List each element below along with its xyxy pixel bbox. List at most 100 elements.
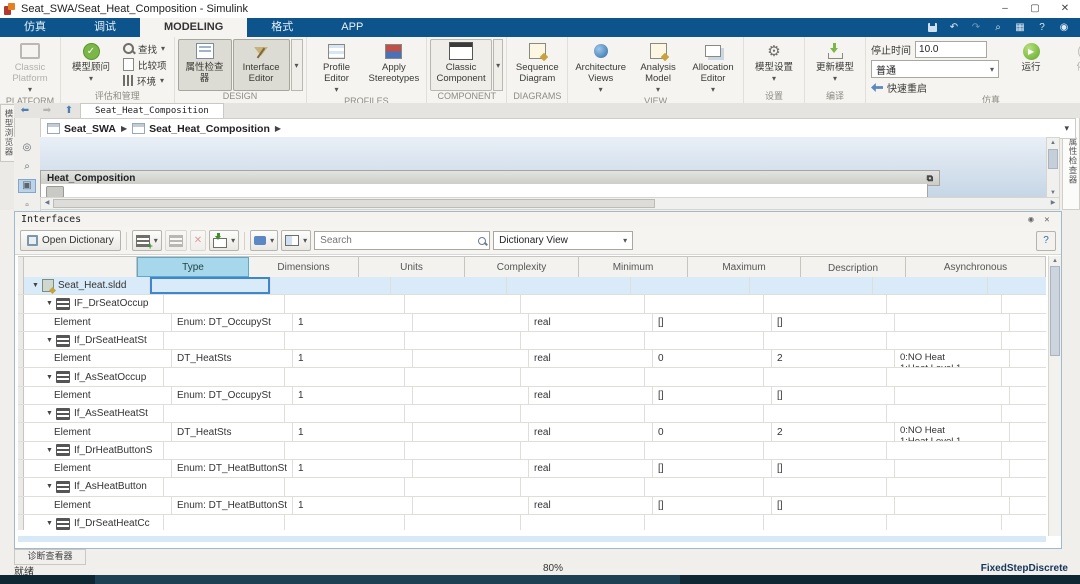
maximum-cell[interactable]: []	[772, 387, 895, 404]
dimensions-cell[interactable]	[285, 478, 405, 495]
minimum-cell[interactable]	[645, 442, 764, 459]
complexity-cell[interactable]	[521, 405, 645, 422]
dimensions-cell[interactable]: 1	[293, 314, 413, 331]
tab-debug[interactable]: 调试	[70, 18, 140, 37]
description-cell[interactable]	[887, 368, 1002, 385]
expand-icon[interactable]: ▼	[46, 447, 54, 454]
run-button[interactable]: ▶ 运行	[1004, 39, 1058, 95]
expand-icon[interactable]: ▼	[32, 282, 40, 289]
table-row[interactable]: ▼ Element Enum: DT_OccupySt 1 real [] []	[18, 314, 1046, 332]
dimensions-cell[interactable]: 1	[293, 350, 413, 367]
units-cell[interactable]	[413, 350, 529, 367]
find-button[interactable]: 查找▾	[119, 41, 171, 56]
scroll-right-icon[interactable]: ▶	[1047, 198, 1059, 209]
table-row[interactable]: ▼ If_AsSeatHeatSt	[18, 405, 1046, 423]
complexity-cell[interactable]	[521, 295, 645, 312]
hide-panel-icon[interactable]: ◎	[19, 141, 35, 154]
description-cell[interactable]	[887, 405, 1002, 422]
dimensions-cell[interactable]	[271, 277, 391, 294]
table-row[interactable]: ▼ If_AsSeatOccup	[18, 368, 1046, 386]
units-cell[interactable]	[413, 460, 529, 477]
canvas-horizontal-scrollbar[interactable]: ◀ ▶	[40, 197, 1060, 210]
model-browser-tab[interactable]: 模型浏览器	[0, 104, 15, 162]
minimum-cell[interactable]: []	[653, 460, 772, 477]
units-cell[interactable]	[413, 314, 529, 331]
table-row[interactable]: ▼ If_DrHeatButtonS	[18, 442, 1046, 460]
asynchronous-cell[interactable]	[1002, 332, 1046, 349]
fast-restart-button[interactable]: 快速重启	[871, 80, 999, 95]
minimum-cell[interactable]	[645, 405, 764, 422]
units-cell[interactable]	[413, 387, 529, 404]
table-row[interactable]: ▼ Element DT_HeatSts 1 real 0 2 0:NO Hea…	[18, 350, 1046, 368]
scroll-up-icon[interactable]: ▲	[1047, 138, 1059, 148]
close-button[interactable]: ✕	[1050, 0, 1080, 18]
asynchronous-cell[interactable]	[1010, 460, 1046, 477]
scroll-left-icon[interactable]: ◀	[41, 198, 53, 209]
dimensions-cell[interactable]	[285, 405, 405, 422]
filter-button[interactable]: ▾	[250, 230, 278, 251]
asynchronous-cell[interactable]	[1010, 423, 1046, 440]
stop-button[interactable]: ■ 停止	[1059, 39, 1080, 95]
help-button[interactable]: ?	[1036, 231, 1056, 251]
asynchronous-cell[interactable]	[988, 277, 1046, 294]
type-cell[interactable]: Enum: DT_HeatButtonSt	[172, 497, 293, 514]
column-header-asynchronous[interactable]: Asynchronous	[906, 257, 1046, 277]
dimensions-cell[interactable]: 1	[293, 460, 413, 477]
zoom-in-icon[interactable]: ⌕	[19, 160, 35, 173]
complexity-cell[interactable]: real	[529, 387, 653, 404]
column-header-maximum[interactable]: Maximum	[688, 257, 801, 277]
maximum-cell[interactable]: 2	[772, 423, 895, 440]
sub-block[interactable]	[46, 186, 64, 197]
table-row[interactable]: ▼ If_DrSeatHeatSt	[18, 332, 1046, 350]
asynchronous-cell[interactable]	[1010, 387, 1046, 404]
view-mode-dropdown[interactable]: Dictionary View ▾	[493, 231, 633, 250]
panel-menu-icon[interactable]: ◉	[1023, 215, 1039, 225]
table-row[interactable]: ▼ Element Enum: DT_HeatButtonSt 1 real […	[18, 460, 1046, 478]
complexity-cell[interactable]	[507, 277, 631, 294]
units-cell[interactable]	[405, 478, 521, 495]
column-header-minimum[interactable]: Minimum	[579, 257, 688, 277]
description-cell[interactable]	[887, 442, 1002, 459]
search-input[interactable]	[318, 234, 478, 247]
complexity-cell[interactable]	[521, 515, 645, 530]
minimum-cell[interactable]: []	[653, 387, 772, 404]
minimize-button[interactable]: –	[990, 0, 1020, 18]
type-cell[interactable]: Enum: DT_OccupySt	[172, 387, 293, 404]
maximum-cell[interactable]	[764, 368, 887, 385]
scroll-thumb[interactable]	[1048, 149, 1058, 169]
help-icon[interactable]: ?	[1034, 21, 1050, 35]
maximum-cell[interactable]: []	[772, 497, 895, 514]
minimum-cell[interactable]	[645, 515, 764, 530]
table-row[interactable]: ▼ Element Enum: DT_HeatButtonSt 1 real […	[18, 497, 1046, 515]
description-cell[interactable]	[895, 387, 1010, 404]
table-row[interactable]: ▼ If_DrSeatHeatCc	[18, 515, 1046, 530]
search-icon[interactable]: ⌕	[990, 21, 1006, 35]
type-cell[interactable]	[164, 332, 285, 349]
column-header-complexity[interactable]: Complexity	[465, 257, 579, 277]
units-cell[interactable]	[405, 295, 521, 312]
asynchronous-cell[interactable]	[1010, 314, 1046, 331]
dimensions-cell[interactable]	[285, 442, 405, 459]
type-cell[interactable]: Enum: DT_HeatButtonSt	[172, 460, 293, 477]
type-cell[interactable]	[164, 368, 285, 385]
tab-format[interactable]: 格式	[247, 18, 317, 37]
minimum-cell[interactable]: []	[653, 497, 772, 514]
units-cell[interactable]	[413, 423, 529, 440]
table-row[interactable]: ▼ Seat_Heat.sldd	[18, 277, 1046, 295]
simulation-mode-dropdown[interactable]: 普通▾	[871, 60, 999, 78]
breadcrumb-current[interactable]: Seat_Heat_Composition	[132, 123, 270, 135]
expand-icon[interactable]: ▼	[46, 520, 54, 527]
complexity-cell[interactable]: real	[529, 314, 653, 331]
complexity-cell[interactable]: real	[529, 460, 653, 477]
type-cell[interactable]: DT_HeatSts	[172, 350, 293, 367]
profile-editor-button[interactable]: Profile Editor▾	[310, 39, 364, 96]
update-model-button[interactable]: 更新模型▾	[808, 39, 862, 91]
canvas-vertical-scrollbar[interactable]: ▲ ▼	[1046, 137, 1060, 199]
type-cell[interactable]	[150, 277, 271, 294]
forward-icon[interactable]: ➡	[36, 103, 58, 118]
column-header-description[interactable]: Description	[801, 257, 906, 277]
fit-view-icon[interactable]: ▣	[18, 179, 36, 194]
description-cell[interactable]	[895, 460, 1010, 477]
type-cell[interactable]	[164, 515, 285, 530]
description-cell[interactable]: 0:NO Heat 1:Heat Level 1	[895, 423, 1010, 440]
